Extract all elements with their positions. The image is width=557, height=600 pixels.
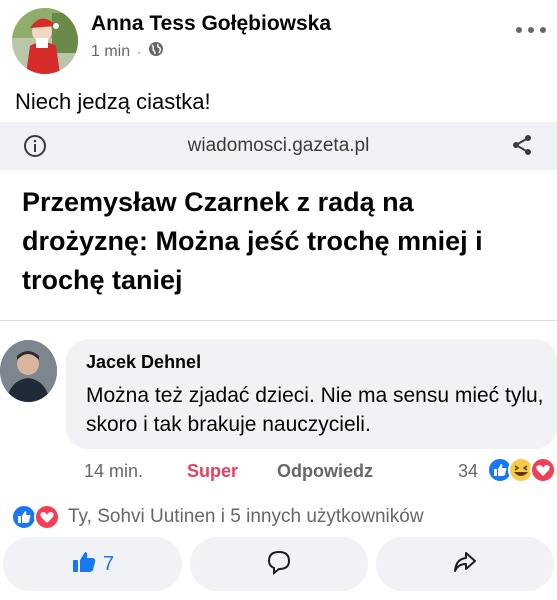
share-button[interactable] bbox=[376, 537, 554, 591]
comment-button[interactable] bbox=[190, 537, 368, 591]
post-time[interactable]: 1 min bbox=[91, 43, 130, 61]
more-options-icon[interactable] bbox=[516, 22, 546, 38]
comment-author[interactable]: Jacek Dehnel bbox=[86, 352, 201, 373]
like-icon bbox=[11, 504, 37, 530]
comment-reaction-count[interactable]: 34 bbox=[458, 461, 478, 482]
thumbs-up-icon bbox=[71, 549, 97, 580]
post-meta: 1 min · bbox=[91, 41, 164, 62]
author-avatar[interactable] bbox=[12, 8, 78, 74]
reaction-summary-icons[interactable] bbox=[10, 503, 64, 531]
comment-time: 14 min. bbox=[84, 461, 144, 481]
meta-separator: · bbox=[137, 44, 142, 59]
haha-icon bbox=[508, 457, 534, 483]
love-icon bbox=[530, 457, 556, 483]
comment-reactions[interactable] bbox=[487, 457, 557, 483]
commenter-avatar[interactable] bbox=[0, 340, 57, 402]
reaction-summary-text[interactable]: Ty, Sohvi Uutinen i 5 innych użytkownikó… bbox=[68, 506, 424, 528]
share-icon[interactable] bbox=[510, 133, 534, 157]
author-name[interactable]: Anna Tess Gołębiowska bbox=[91, 12, 331, 36]
comment-react-button[interactable]: Super bbox=[187, 461, 238, 482]
share-arrow-icon bbox=[452, 549, 478, 580]
comment-reply-button[interactable]: Odpowiedz bbox=[277, 461, 373, 482]
love-icon bbox=[34, 504, 60, 530]
comment-text: Można też zjadać dzieci. Nie ma sensu mi… bbox=[86, 384, 544, 436]
like-count: 7 bbox=[102, 552, 115, 575]
like-button[interactable]: 7 bbox=[3, 537, 182, 591]
post-text: Niech jedzą ciastka! bbox=[15, 89, 211, 114]
link-domain[interactable]: wiadomosci.gazeta.pl bbox=[0, 135, 557, 157]
globe-icon[interactable] bbox=[148, 41, 164, 62]
link-headline[interactable]: Przemysław Czarnek z radą na drożyznę: M… bbox=[22, 183, 542, 300]
comment-icon bbox=[266, 549, 292, 580]
section-divider bbox=[0, 320, 557, 321]
